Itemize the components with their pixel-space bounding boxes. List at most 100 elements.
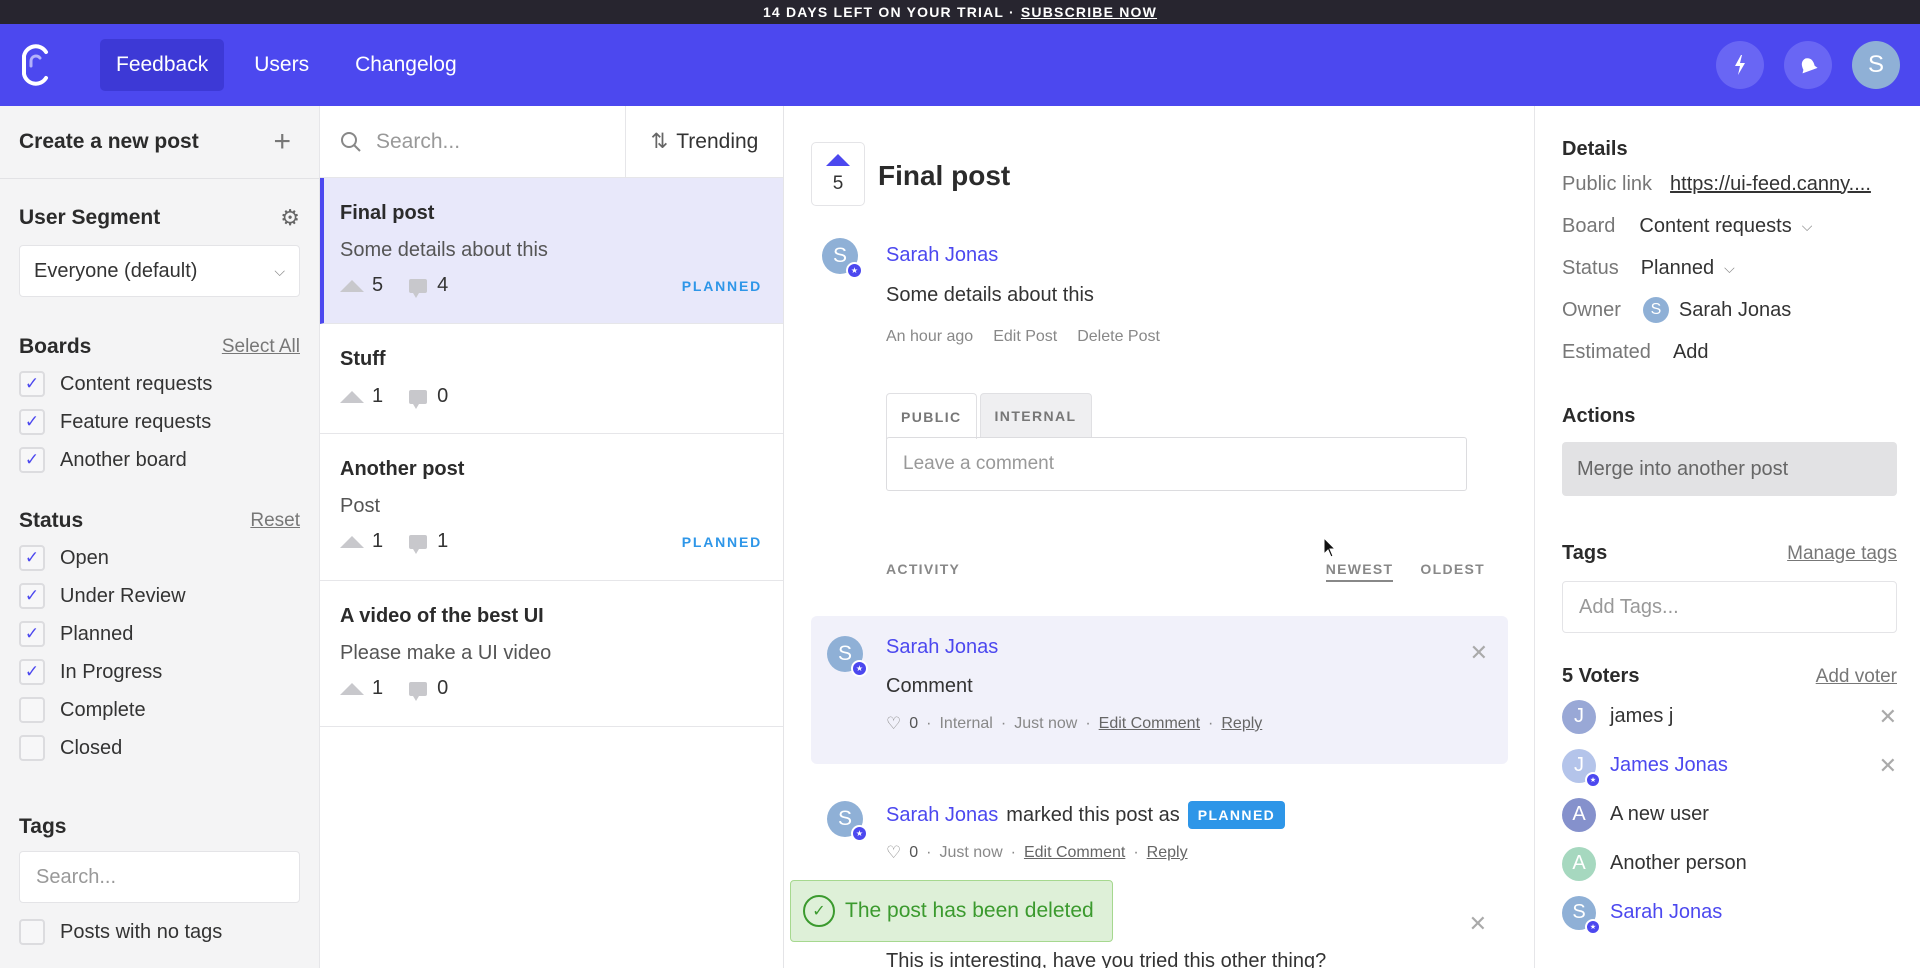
- comment-input[interactable]: Leave a comment: [886, 437, 1467, 491]
- add-tags-input[interactable]: Add Tags...: [1562, 581, 1897, 633]
- chevron-down-icon: ⌵: [1724, 259, 1735, 276]
- checkbox-checked[interactable]: ✓: [19, 545, 45, 571]
- post-list-item[interactable]: Another post Post 1 1 PLANNED: [320, 434, 783, 581]
- checkbox-unchecked[interactable]: [19, 735, 45, 761]
- remove-voter-icon[interactable]: ✕: [1879, 704, 1897, 730]
- comment-time: Just now: [1014, 715, 1078, 732]
- reply-link[interactable]: Reply: [1147, 844, 1188, 862]
- board-dropdown[interactable]: Content requests ⌵: [1639, 215, 1812, 238]
- checkbox-checked[interactable]: ✓: [19, 371, 45, 397]
- edit-post-link[interactable]: Edit Post: [993, 328, 1057, 346]
- comment-time: Just now: [939, 844, 1003, 861]
- upvote-button[interactable]: 5: [811, 142, 865, 206]
- board-checkbox-content-requests[interactable]: ✓ Content requests: [19, 365, 300, 403]
- voter-name[interactable]: Another person: [1610, 852, 1747, 875]
- comment-author[interactable]: Sarah Jonas: [886, 636, 1490, 659]
- checkbox-label: Another board: [60, 448, 187, 471]
- sort-dropdown[interactable]: ⇅ Trending: [626, 106, 783, 177]
- checkbox-checked[interactable]: ✓: [19, 621, 45, 647]
- status-checkbox-in-progress[interactable]: ✓ In Progress: [19, 653, 300, 691]
- lightning-button[interactable]: [1716, 41, 1764, 89]
- author-name[interactable]: Sarah Jonas: [886, 244, 998, 267]
- edit-comment-link[interactable]: Edit Comment: [1099, 715, 1200, 733]
- close-icon[interactable]: ✕: [1470, 640, 1488, 666]
- create-post-label: Create a new post: [19, 130, 199, 153]
- select-all-link[interactable]: Select All: [222, 336, 300, 358]
- comment-text: Comment: [886, 675, 973, 697]
- voter-name[interactable]: Sarah Jonas: [1610, 901, 1722, 924]
- canny-logo-icon[interactable]: [18, 42, 52, 88]
- merge-post-button[interactable]: Merge into another post: [1562, 442, 1897, 496]
- board-checkbox-another-board[interactable]: ✓ Another board: [19, 441, 300, 479]
- voter-avatar: J ★: [1562, 748, 1601, 788]
- notifications-button[interactable]: [1784, 41, 1832, 89]
- checkbox-unchecked[interactable]: [19, 919, 45, 945]
- avatar-initial: A: [1572, 852, 1586, 874]
- post-list-item[interactable]: A video of the best UI Please make a UI …: [320, 581, 783, 727]
- boards-title: Boards: [19, 335, 92, 358]
- admin-star-icon: ★: [846, 262, 863, 279]
- user-segment-value: Everyone (default): [34, 259, 198, 282]
- tags-search-input[interactable]: Search...: [19, 851, 300, 903]
- tags-title: Tags: [19, 815, 67, 838]
- boards-section: Boards Select All ✓ Content requests ✓ Fea…: [0, 335, 319, 479]
- heart-icon[interactable]: ♡: [886, 843, 901, 863]
- post-list-item[interactable]: Final post Some details about this 5 4 P…: [320, 178, 783, 324]
- heart-icon[interactable]: ♡: [886, 714, 901, 734]
- voter-name[interactable]: James Jonas: [1610, 754, 1728, 777]
- manage-tags-link[interactable]: Manage tags: [1787, 543, 1897, 565]
- close-icon[interactable]: ✕: [1469, 911, 1487, 937]
- user-avatar[interactable]: S: [1852, 41, 1900, 89]
- status-title: Status: [19, 509, 84, 532]
- estimated-add-button[interactable]: Add: [1673, 341, 1709, 364]
- comment-text: This is interesting, have you tried this…: [886, 950, 1327, 968]
- status-checkbox-under-review[interactable]: ✓ Under Review: [19, 577, 300, 615]
- status-checkbox-closed[interactable]: Closed: [19, 729, 300, 767]
- remove-voter-icon[interactable]: ✕: [1879, 753, 1897, 779]
- owner-dropdown[interactable]: S Sarah Jonas: [1642, 297, 1791, 323]
- voter-name[interactable]: A new user: [1610, 803, 1709, 826]
- plus-icon[interactable]: +: [273, 127, 291, 157]
- checkbox-checked[interactable]: ✓: [19, 659, 45, 685]
- status-checkbox-planned[interactable]: ✓ Planned: [19, 615, 300, 653]
- checkbox-checked[interactable]: ✓: [19, 447, 45, 473]
- admin-star-icon: ★: [1585, 918, 1601, 935]
- reply-link[interactable]: Reply: [1221, 715, 1262, 733]
- reset-link[interactable]: Reset: [250, 510, 300, 532]
- checkbox-checked[interactable]: ✓: [19, 583, 45, 609]
- checkbox-unchecked[interactable]: [19, 697, 45, 723]
- vote-count: 1: [372, 530, 384, 552]
- status-dropdown[interactable]: Planned ⌵: [1641, 257, 1735, 280]
- post-search-input[interactable]: Search...: [320, 106, 626, 177]
- checkbox-checked[interactable]: ✓: [19, 409, 45, 435]
- estimated-label: Estimated: [1562, 340, 1651, 363]
- upvote-icon: [340, 535, 364, 548]
- sort-newest[interactable]: NEWEST: [1325, 561, 1394, 582]
- nav-tab-users[interactable]: Users: [238, 39, 325, 91]
- add-voter-link[interactable]: Add voter: [1816, 666, 1897, 688]
- nav-tab-changelog[interactable]: Changelog: [339, 39, 473, 91]
- trial-text: 14 DAYS LEFT ON YOUR TRIAL ·: [762, 4, 1015, 20]
- voter-avatar: S ★: [1562, 895, 1601, 935]
- status-badge: PLANNED: [681, 277, 762, 294]
- tab-public[interactable]: PUBLIC: [886, 393, 977, 439]
- status-checkbox-open[interactable]: ✓ Open: [19, 539, 300, 577]
- user-segment-select[interactable]: Everyone (default) ⌵: [19, 245, 300, 297]
- checkbox-label: Planned: [60, 622, 134, 645]
- status-checkbox-complete[interactable]: Complete: [19, 691, 300, 729]
- delete-post-link[interactable]: Delete Post: [1077, 328, 1160, 346]
- posts-with-no-tags-checkbox[interactable]: Posts with no tags: [19, 913, 300, 951]
- sort-oldest[interactable]: OLDEST: [1420, 561, 1485, 582]
- public-link[interactable]: https://ui-feed.canny....: [1670, 173, 1871, 196]
- comment-count: 4: [437, 274, 449, 296]
- subscribe-now-link[interactable]: SUBSCRIBE NOW: [1021, 4, 1157, 20]
- comment-author[interactable]: Sarah Jonas: [886, 804, 998, 827]
- nav-tab-feedback[interactable]: Feedback: [100, 39, 225, 91]
- gear-icon[interactable]: ⚙: [280, 205, 300, 231]
- create-post-row[interactable]: Create a new post +: [0, 106, 319, 179]
- tab-internal[interactable]: INTERNAL: [979, 393, 1092, 437]
- voter-name[interactable]: james j: [1610, 705, 1673, 728]
- board-checkbox-feature-requests[interactable]: ✓ Feature requests: [19, 403, 300, 441]
- edit-comment-link[interactable]: Edit Comment: [1024, 844, 1125, 862]
- post-list-item[interactable]: Stuff 1 0: [320, 324, 783, 434]
